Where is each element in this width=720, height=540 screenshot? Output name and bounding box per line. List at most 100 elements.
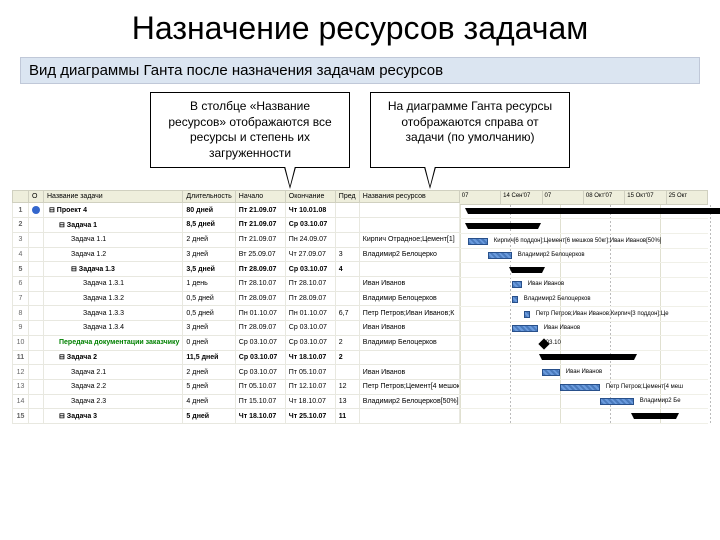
task-name[interactable]: Задача 2.2 (44, 380, 183, 395)
task-start[interactable]: Пт 21.09.07 (235, 218, 285, 233)
task-resources[interactable]: Владимир2 Белоцерко (359, 247, 459, 262)
task-name[interactable]: Задача 1.2 (44, 247, 183, 262)
table-row[interactable]: 9Задача 1.3.43 днейПт 28.09.07Ср 03.10.0… (13, 321, 460, 336)
task-duration[interactable]: 4 дней (183, 394, 235, 409)
table-row[interactable]: 2⊟ Задача 18,5 днейПт 21.09.07Ср 03.10.0… (13, 218, 460, 233)
task-start[interactable]: Пт 28.10.07 (235, 276, 285, 291)
col-pred[interactable]: Пред (335, 191, 359, 203)
task-name[interactable]: ⊟ Задача 1.3 (44, 262, 183, 277)
task-start[interactable]: Пн 01.10.07 (235, 306, 285, 321)
task-duration[interactable]: 2 дней (183, 365, 235, 380)
task-resources[interactable]: Владимир2 Белоцерков[50%] (359, 394, 459, 409)
table-row[interactable]: 15⊟ Задача 35 днейЧт 18.10.07Чт 25.10.07… (13, 409, 460, 424)
task-finish[interactable]: Пн 01.10.07 (285, 306, 335, 321)
gantt-bar[interactable] (468, 208, 720, 214)
task-name[interactable]: ⊟ Задача 1 (44, 218, 183, 233)
task-finish[interactable]: Чт 10.01.08 (285, 203, 335, 218)
task-finish[interactable]: Ср 03.10.07 (285, 335, 335, 350)
task-name[interactable]: Задача 2.3 (44, 394, 183, 409)
table-row[interactable]: 1⊟ Проект 480 днейПт 21.09.07Чт 10.01.08 (13, 203, 460, 218)
task-resources[interactable]: Иван Иванов (359, 321, 459, 336)
task-resources[interactable]: Владимир Белоцерков (359, 335, 459, 350)
task-resources[interactable] (359, 218, 459, 233)
task-finish[interactable]: Чт 18.10.07 (285, 350, 335, 365)
gantt-chart[interactable]: 0714 Сен'070708 Окт'0715 Окт'0725 Окт Ки… (460, 190, 708, 424)
gantt-bar[interactable] (468, 223, 538, 229)
task-pred[interactable] (335, 276, 359, 291)
task-duration[interactable]: 2 дней (183, 232, 235, 247)
gantt-bar[interactable] (542, 369, 560, 376)
task-finish[interactable]: Чт 27.09.07 (285, 247, 335, 262)
table-row[interactable]: 4Задача 1.23 днейВт 25.09.07Чт 27.09.073… (13, 247, 460, 262)
task-pred[interactable]: 2 (335, 335, 359, 350)
task-pred[interactable] (335, 291, 359, 306)
task-start[interactable]: Чт 18.10.07 (235, 409, 285, 424)
task-resources[interactable]: Владимир Белоцерков (359, 291, 459, 306)
task-name[interactable]: Передача документации заказчику (44, 335, 183, 350)
task-duration[interactable]: 0 дней (183, 335, 235, 350)
task-finish[interactable]: Ср 03.10.07 (285, 262, 335, 277)
task-duration[interactable]: 80 дней (183, 203, 235, 218)
task-pred[interactable]: 6,7 (335, 306, 359, 321)
col-id[interactable] (13, 191, 29, 203)
task-duration[interactable]: 5 дней (183, 409, 235, 424)
table-row[interactable]: 6Задача 1.3.11 деньПт 28.10.07Пт 28.10.0… (13, 276, 460, 291)
task-pred[interactable] (335, 321, 359, 336)
task-finish[interactable]: Чт 18.10.07 (285, 394, 335, 409)
task-resources[interactable] (359, 409, 459, 424)
task-pred[interactable]: 2 (335, 350, 359, 365)
task-pred[interactable]: 11 (335, 409, 359, 424)
task-pred[interactable]: 13 (335, 394, 359, 409)
task-duration[interactable]: 0,5 дней (183, 306, 235, 321)
task-finish[interactable]: Пт 28.10.07 (285, 276, 335, 291)
task-duration[interactable]: 8,5 дней (183, 218, 235, 233)
task-start[interactable]: Пт 28.09.07 (235, 262, 285, 277)
gantt-bar[interactable] (560, 384, 600, 391)
task-resources[interactable] (359, 262, 459, 277)
table-row[interactable]: 13Задача 2.25 днейПт 05.10.07Пт 12.10.07… (13, 380, 460, 395)
task-duration[interactable]: 3,5 дней (183, 262, 235, 277)
task-name[interactable]: Задача 1.3.4 (44, 321, 183, 336)
task-pred[interactable] (335, 365, 359, 380)
task-start[interactable]: Вт 25.09.07 (235, 247, 285, 262)
task-pred[interactable]: 3 (335, 247, 359, 262)
col-resources[interactable]: Названия ресурсов (359, 191, 459, 203)
task-name[interactable]: ⊟ Задача 2 (44, 350, 183, 365)
gantt-bar[interactable] (600, 398, 634, 405)
task-name[interactable]: ⊟ Задача 3 (44, 409, 183, 424)
task-resources[interactable]: Кирпич Отрадное;Цемент[1] (359, 232, 459, 247)
task-pred[interactable] (335, 203, 359, 218)
table-row[interactable]: 7Задача 1.3.20,5 днейПт 28.09.07Пт 28.09… (13, 291, 460, 306)
task-pred[interactable] (335, 232, 359, 247)
col-finish[interactable]: Окончание (285, 191, 335, 203)
task-duration[interactable]: 0,5 дней (183, 291, 235, 306)
table-row[interactable]: 3Задача 1.12 днейПт 21.09.07Пн 24.09.07К… (13, 232, 460, 247)
task-grid[interactable]: О Название задачи Длительность Начало Ок… (12, 190, 460, 424)
gantt-bar[interactable] (542, 354, 634, 360)
task-finish[interactable]: Пт 28.09.07 (285, 291, 335, 306)
task-finish[interactable]: Пт 05.10.07 (285, 365, 335, 380)
gantt-bar[interactable] (512, 296, 518, 303)
table-row[interactable]: 8Задача 1.3.30,5 днейПн 01.10.07Пн 01.10… (13, 306, 460, 321)
col-duration[interactable]: Длительность (183, 191, 235, 203)
task-duration[interactable]: 3 дней (183, 247, 235, 262)
task-resources[interactable]: Петр Петров;Цемент[4 мешок 50 кг];Стропи… (359, 380, 459, 395)
gantt-bar[interactable] (524, 311, 530, 318)
task-duration[interactable]: 1 день (183, 276, 235, 291)
task-name[interactable]: Задача 1.3.3 (44, 306, 183, 321)
table-row[interactable]: 10Передача документации заказчику0 днейС… (13, 335, 460, 350)
table-row[interactable]: 5⊟ Задача 1.33,5 днейПт 28.09.07Ср 03.10… (13, 262, 460, 277)
gantt-bar[interactable] (512, 267, 542, 273)
task-start[interactable]: Пт 28.09.07 (235, 321, 285, 336)
task-duration[interactable]: 5 дней (183, 380, 235, 395)
task-resources[interactable]: Петр Петров;Иван Иванов;К (359, 306, 459, 321)
task-duration[interactable]: 3 дней (183, 321, 235, 336)
table-row[interactable]: 14Задача 2.34 днейПт 15.10.07Чт 18.10.07… (13, 394, 460, 409)
table-row[interactable]: 11⊟ Задача 211,5 днейСр 03.10.07Чт 18.10… (13, 350, 460, 365)
gantt-bar[interactable] (512, 325, 538, 332)
task-finish[interactable]: Пн 24.09.07 (285, 232, 335, 247)
task-start[interactable]: Пт 15.10.07 (235, 394, 285, 409)
task-start[interactable]: Ср 03.10.07 (235, 335, 285, 350)
task-start[interactable]: Пт 28.09.07 (235, 291, 285, 306)
task-resources[interactable] (359, 203, 459, 218)
